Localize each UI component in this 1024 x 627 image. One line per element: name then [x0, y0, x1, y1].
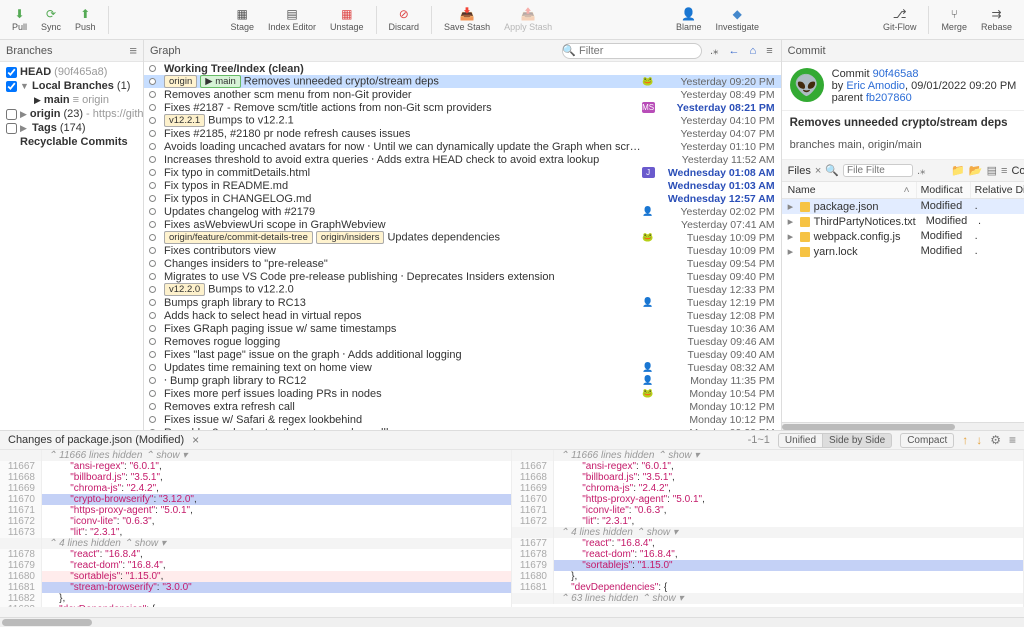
commit-row[interactable]: Fixes GRaph paging issue w/ same timesta…	[144, 322, 781, 335]
hamburger-icon[interactable]: ≡	[129, 43, 137, 58]
commit-row[interactable]: Fixes asWebviewUri scope in GraphWebview…	[144, 218, 781, 231]
commit-row[interactable]: Re-adds -2px hack stop the extra graph s…	[144, 426, 781, 430]
commit-row[interactable]: Adds hack to select head in virtual repo…	[144, 309, 781, 322]
files-list[interactable]: ▸package.jsonModified.▸ThirdPartyNotices…	[782, 199, 1024, 259]
commit-row[interactable]: Removes extra refresh callMonday 10:12 P…	[144, 400, 781, 413]
horizontal-scrollbar[interactable]	[782, 422, 1024, 430]
push-button[interactable]: ⬆Push	[69, 5, 102, 34]
commit-title: Commit	[788, 45, 826, 57]
tags-row[interactable]: ▶Tags (174)	[0, 121, 143, 135]
parent-link[interactable]: fb207860	[866, 92, 912, 104]
close-icon[interactable]: ×	[815, 165, 821, 177]
commit-row[interactable]: Working Tree/Index (clean)	[144, 62, 781, 75]
commit-row[interactable]: ⸱ Bump graph library to RC12👤Monday 11:3…	[144, 374, 781, 387]
commit-row[interactable]: v12.2.0Bumps to v12.2.0Tuesday 12:33 PM	[144, 283, 781, 296]
merge-button[interactable]: ⑂Merge	[935, 5, 973, 34]
commit-row[interactable]: Fix typo in commitDetails.htmlJWednesday…	[144, 166, 781, 179]
branch-main[interactable]: ▶ main ≡ origin	[0, 93, 143, 107]
author-avatar: 👽	[790, 68, 824, 102]
file-row[interactable]: ▸yarn.lockModified.	[782, 244, 1024, 259]
index-editor-button[interactable]: ▤Index Editor	[262, 5, 322, 34]
down-arrow-icon[interactable]: ↓	[976, 433, 982, 447]
branches-title: Branches	[6, 45, 52, 57]
commit-row[interactable]: Fixes contributors viewTuesday 10:09 PM	[144, 244, 781, 257]
commit-panel: Commit≡ 👽 Commit 90f465a8 by Eric Amodio…	[781, 40, 1024, 430]
commit-subject: Removes unneeded crypto/stream deps	[782, 111, 1024, 135]
recyclable-row[interactable]: Recyclable Commits	[0, 135, 143, 149]
compact-toggle[interactable]: Compact	[900, 433, 954, 448]
horizontal-scrollbar[interactable]	[0, 617, 1024, 627]
head-row[interactable]: HEAD (90f465a8)	[0, 65, 143, 79]
close-icon[interactable]: ×	[192, 433, 199, 447]
author-link[interactable]: Eric Amodio	[846, 80, 905, 92]
hamburger-icon[interactable]: ≡	[764, 45, 774, 57]
commit-row[interactable]: Fix typos in CHANGELOG.mdWednesday 12:57…	[144, 192, 781, 205]
file-row[interactable]: ▸ThirdPartyNotices.txtModified.	[782, 214, 1024, 229]
commit-row[interactable]: Fixes #2187 - Remove scm/title actions f…	[144, 101, 781, 114]
commit-row[interactable]: Fix typos in README.mdWednesday 01:03 AM	[144, 179, 781, 192]
home-icon[interactable]: ⌂	[748, 45, 759, 57]
commit-row[interactable]: Updates changelog with #2179👤Yesterday 0…	[144, 205, 781, 218]
commit-row[interactable]: Fixes issue w/ Safari & regex lookbehind…	[144, 413, 781, 426]
hamburger-icon[interactable]: ≡	[1001, 165, 1007, 177]
local-branches-row[interactable]: ▼Local Branches (1)	[0, 79, 143, 93]
rebase-button[interactable]: ⇉Rebase	[975, 5, 1018, 34]
file-row[interactable]: ▸package.jsonModified.	[782, 199, 1024, 214]
main-toolbar: ⬇Pull ⟳Sync ⬆Push ▦Stage ▤Index Editor ▦…	[0, 0, 1024, 40]
stage-button[interactable]: ▦Stage	[224, 5, 260, 34]
up-arrow-icon[interactable]: ↑	[962, 433, 968, 447]
gitflow-button[interactable]: ⎇Git-Flow	[877, 5, 923, 34]
folder-icon[interactable]: 📂	[969, 164, 983, 177]
save-stash-button[interactable]: 📥Save Stash	[438, 5, 496, 34]
list-icon[interactable]: ▤	[987, 164, 997, 177]
regex-icon[interactable]: .⁎	[708, 44, 721, 57]
back-icon[interactable]: ←	[727, 45, 742, 57]
blame-button[interactable]: 👤Blame	[670, 5, 708, 34]
commit-row[interactable]: Migrates to use VS Code pre-release publ…	[144, 270, 781, 283]
graph-panel: Graph 🔍 .⁎ ← ⌂ ≡ Working Tree/Index (cle…	[144, 40, 781, 430]
sidebyside-mode[interactable]: Side by Side	[823, 433, 892, 448]
commit-sha-link[interactable]: 90f465a8	[873, 68, 919, 80]
commit-row[interactable]: Removes another scm menu from non-Git pr…	[144, 88, 781, 101]
files-tab[interactable]: Files	[788, 165, 811, 177]
commit-row[interactable]: v12.2.1Bumps to v12.2.1Yesterday 04:10 P…	[144, 114, 781, 127]
discard-button[interactable]: ⊘Discard	[383, 5, 426, 34]
graph-list[interactable]: Working Tree/Index (clean)origin▶ mainRe…	[144, 62, 781, 430]
graph-title: Graph	[150, 45, 181, 57]
unified-mode[interactable]: Unified	[778, 433, 823, 448]
commit-row[interactable]: Fixes "last page" issue on the graph ⸱ A…	[144, 348, 781, 361]
commit-row[interactable]: Increases threshold to avoid extra queri…	[144, 153, 781, 166]
diff-header: Changes of package.json (Modified) × -1~1…	[0, 430, 1024, 450]
folder-icon[interactable]: 📁	[951, 164, 965, 177]
unstage-button[interactable]: ▦Unstage	[324, 5, 370, 34]
commit-row[interactable]: origin/feature/commit-details-treeorigin…	[144, 231, 781, 244]
commit-row[interactable]: Fixes more perf issues loading PRs in no…	[144, 387, 781, 400]
commit-row[interactable]: Bumps graph library to RC13👤Tuesday 12:1…	[144, 296, 781, 309]
investigate-button[interactable]: ◆Investigate	[710, 5, 766, 34]
comments-tab[interactable]: Comments	[1011, 165, 1024, 177]
graph-filter-input[interactable]	[562, 43, 702, 59]
file-filter-input[interactable]	[843, 164, 913, 177]
file-row[interactable]: ▸webpack.config.jsModified.	[782, 229, 1024, 244]
hamburger-icon[interactable]: ≡	[1009, 433, 1016, 447]
apply-stash-button[interactable]: 📤Apply Stash	[498, 5, 558, 34]
sync-button[interactable]: ⟳Sync	[35, 5, 67, 34]
files-columns: Name ˄ Modificat Relative Directory	[782, 182, 1024, 199]
gear-icon[interactable]: ⚙	[990, 433, 1001, 447]
origin-row[interactable]: ▶origin (23) - https://github	[0, 107, 143, 121]
search-icon[interactable]: 🔍	[825, 164, 839, 177]
pull-button[interactable]: ⬇Pull	[6, 5, 33, 34]
diff-stats: -1~1	[748, 434, 770, 446]
diff-body[interactable]: ⌃ 11666 lines hidden ⌃ show ▾11667 "ansi…	[0, 450, 1024, 607]
diff-title: Changes of package.json (Modified)	[8, 434, 184, 446]
branches-sidebar: Branches ≡ HEAD (90f465a8) ▼Local Branche…	[0, 40, 144, 430]
commit-row[interactable]: origin▶ mainRemoves unneeded crypto/stre…	[144, 75, 781, 88]
